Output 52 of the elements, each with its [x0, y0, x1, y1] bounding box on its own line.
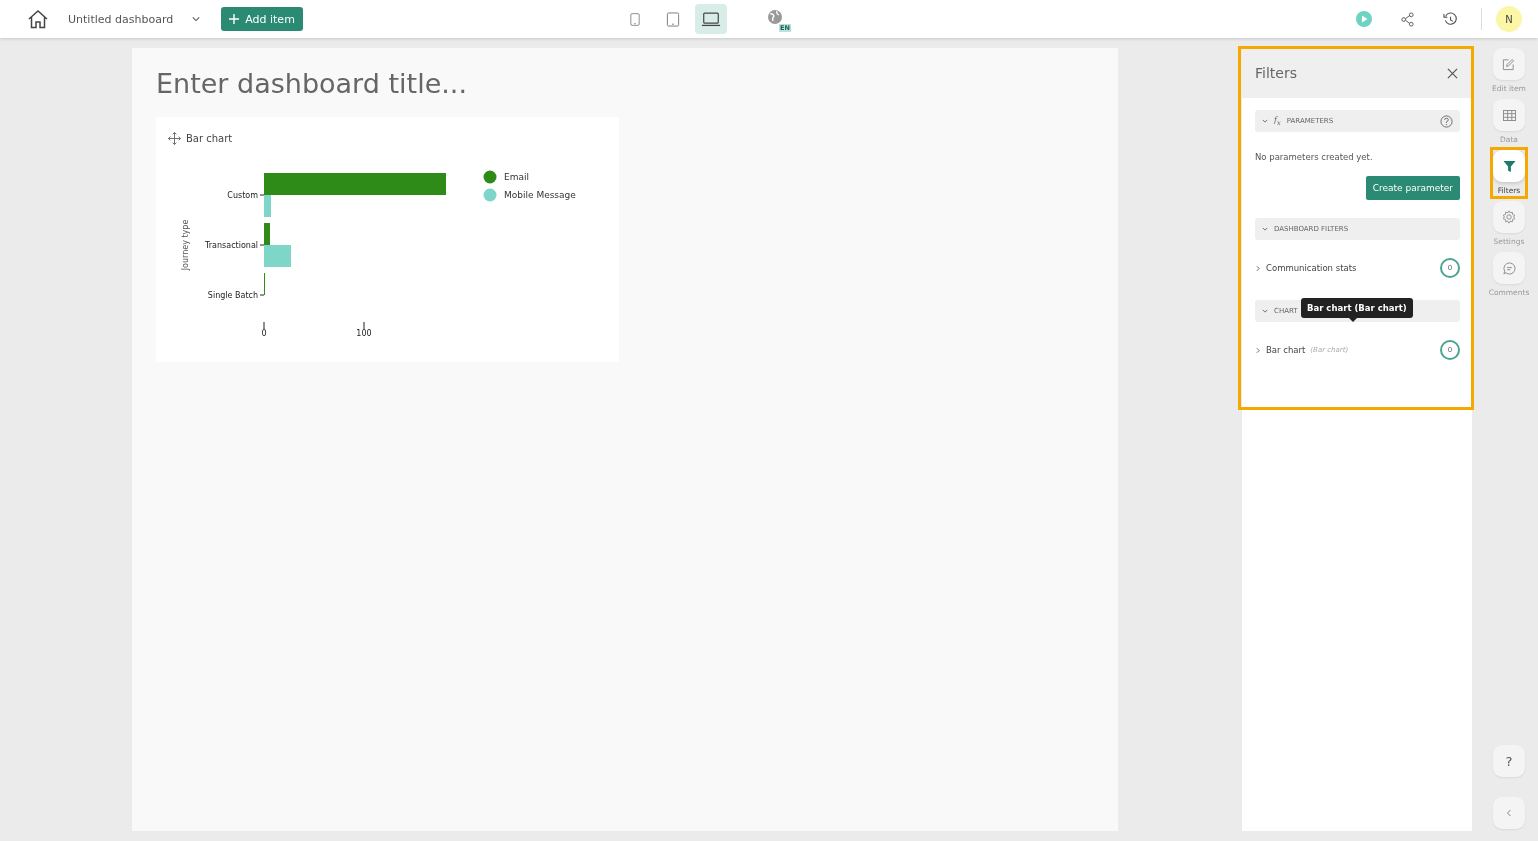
panel-title: Filters — [1255, 65, 1297, 81]
chevron-down-icon[interactable] — [1262, 308, 1268, 314]
plus-icon — [229, 14, 240, 24]
create-parameter-button[interactable]: Create parameter — [1365, 176, 1460, 200]
chevron-down-icon[interactable] — [1262, 226, 1268, 232]
globe-icon — [766, 9, 783, 25]
data-rail-button[interactable] — [1493, 99, 1525, 131]
dashboard-title-field[interactable]: Enter dashboard title... — [156, 68, 1094, 99]
chevron-right-icon[interactable] — [1255, 346, 1261, 354]
laptop-view-button[interactable] — [694, 4, 727, 34]
filter-item[interactable]: Communication stats — [1266, 263, 1357, 273]
category-label: Transactional — [205, 241, 258, 250]
history-icon[interactable] — [1443, 11, 1458, 27]
play-icon[interactable] — [1356, 11, 1372, 27]
function-icon: f$_{x}$ — [1274, 115, 1281, 127]
tablet-icon — [665, 11, 680, 27]
dashboard-name[interactable]: Untitled dashboard — [68, 12, 174, 26]
user-avatar[interactable]: N — [1496, 6, 1522, 32]
category-label: Custom — [227, 191, 258, 200]
chevron-down-icon[interactable] — [192, 16, 201, 22]
add-item-button[interactable]: Add item — [221, 7, 303, 31]
share-icon[interactable] — [1400, 11, 1415, 27]
comment-icon — [1502, 261, 1516, 275]
axis-title: Journey type — [181, 219, 190, 271]
legend-label: Mobile Message — [504, 190, 576, 200]
filter-item[interactable]: Bar chart — [1266, 345, 1306, 355]
settings-rail-button[interactable] — [1493, 201, 1525, 233]
category-label: Single Batch — [207, 291, 258, 300]
filters-rail-button[interactable] — [1493, 150, 1525, 182]
edit-icon — [1502, 57, 1516, 71]
help-icon[interactable] — [1440, 114, 1453, 128]
funnel-icon — [1502, 159, 1516, 173]
settings-icon — [1502, 210, 1516, 224]
help-button[interactable]: ? — [1493, 745, 1525, 777]
chevron-left-icon — [1506, 809, 1512, 817]
tick-label: 100 — [356, 329, 372, 338]
phone-icon — [629, 11, 640, 27]
close-icon[interactable] — [1447, 67, 1458, 79]
laptop-icon — [700, 11, 721, 27]
empty-message: No parameters created yet. — [1255, 152, 1374, 162]
tick-mark — [263, 321, 265, 330]
tick-mark — [363, 321, 365, 330]
chevron-right-icon[interactable] — [1255, 264, 1261, 272]
move-icon[interactable] — [168, 132, 181, 145]
tick-label: 0 — [261, 329, 267, 338]
comments-rail-button[interactable] — [1493, 252, 1525, 284]
edit-rail-button[interactable] — [1493, 48, 1525, 80]
table-icon — [1502, 109, 1516, 121]
home-icon[interactable] — [27, 9, 49, 29]
legend-label: Email — [504, 172, 529, 182]
chart-title: Bar chart — [186, 133, 233, 144]
chevron-down-icon[interactable] — [1262, 118, 1268, 124]
